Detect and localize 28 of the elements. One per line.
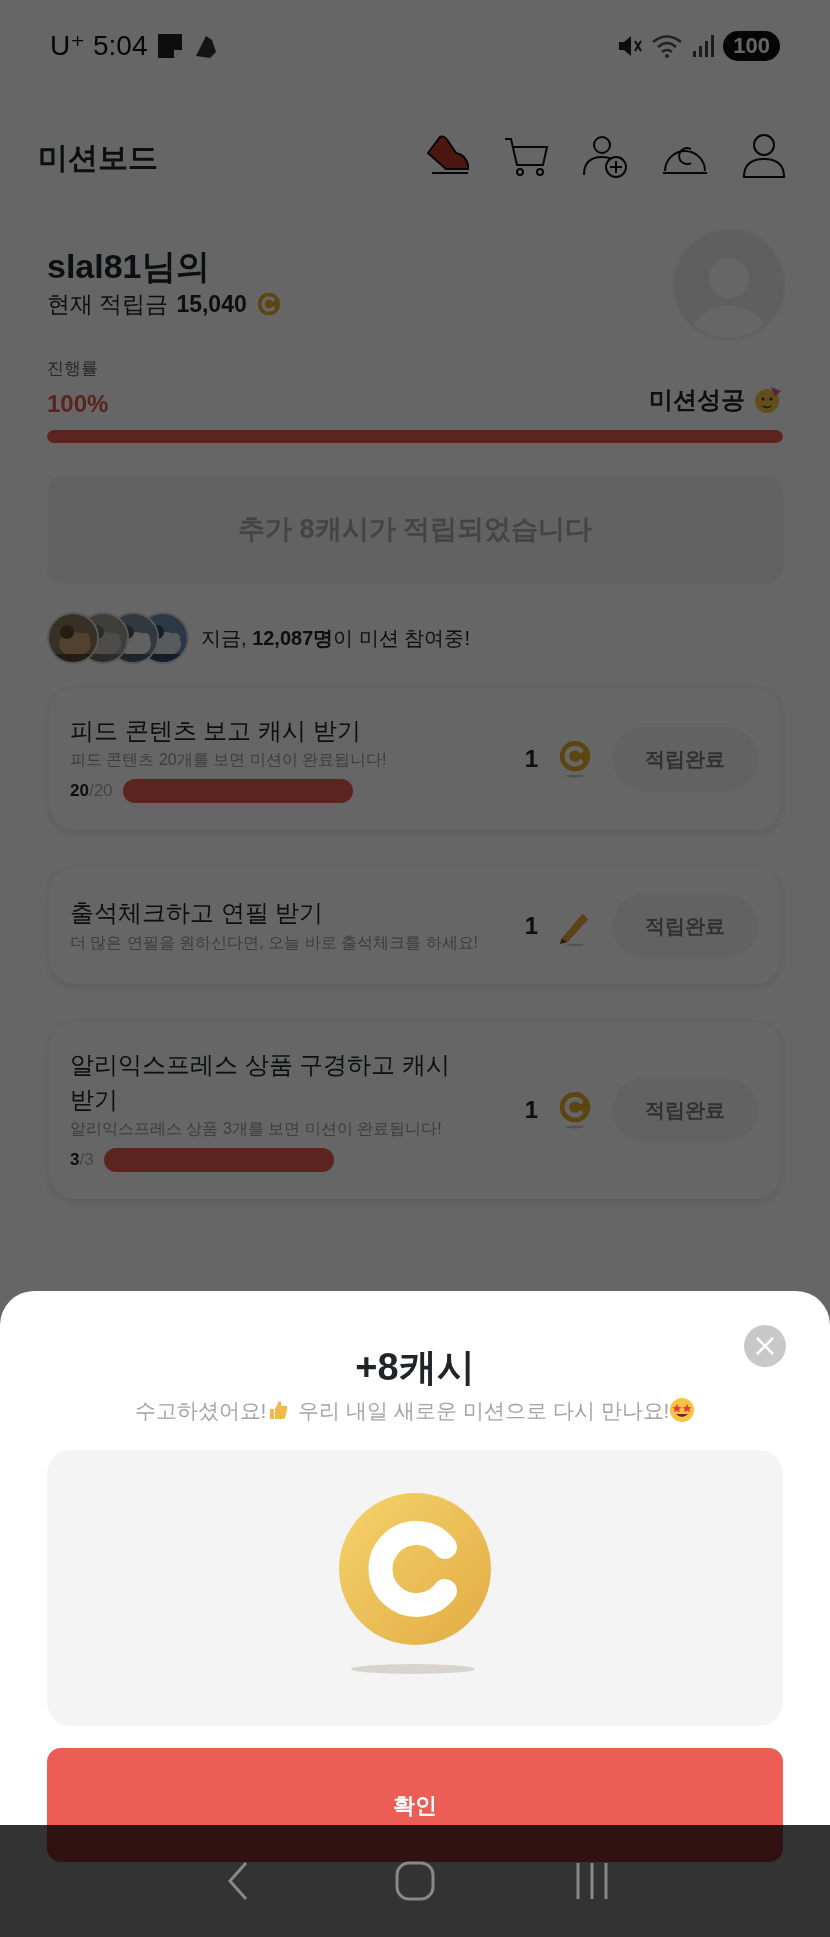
- app-title: 미션보드: [38, 139, 158, 176]
- mission-title: 출석체크하고 연필 받기: [70, 898, 325, 929]
- mission-progress-count: 3/3: [70, 1149, 94, 1172]
- balance-label: 현재 적립금: [47, 290, 169, 320]
- clock: 5:04: [93, 29, 148, 63]
- reward-amount: 1: [524, 1095, 538, 1126]
- reward-message: 우리 내일 새로운 미션으로 다시 만나요!: [298, 1397, 670, 1424]
- note-icon: [155, 32, 184, 60]
- reward-title: +8캐시: [354, 1345, 476, 1390]
- balance-amount: 15,040: [176, 290, 247, 320]
- participant-count-text: 지금, 12,087명이 미션 참여중!: [201, 625, 470, 651]
- wifi-icon: [651, 33, 684, 59]
- back-icon: [227, 1861, 250, 1901]
- party-face-icon: [753, 384, 783, 415]
- carrier-label: U⁺: [50, 29, 85, 63]
- signal-icon: [691, 33, 716, 59]
- mission-status: 미션성공: [649, 384, 745, 415]
- mute-icon: [617, 33, 644, 59]
- progress-percent: 100%: [47, 391, 109, 418]
- user-greeting: slal81님의: [47, 246, 211, 288]
- star-eyes-icon: [669, 1397, 696, 1424]
- mission-title: 피드 콘텐츠 보고 캐시 받기: [70, 715, 362, 746]
- progress-label: 진행률: [47, 358, 99, 380]
- reward-amount: 1: [524, 743, 538, 774]
- battery-indicator: 100: [723, 31, 780, 61]
- mission-title: 알리익스프레스 상품 구경하고 캐시받기: [70, 1049, 451, 1115]
- reward-message: 수고하셨어요!: [134, 1397, 267, 1424]
- reward-amount: 1: [524, 910, 538, 941]
